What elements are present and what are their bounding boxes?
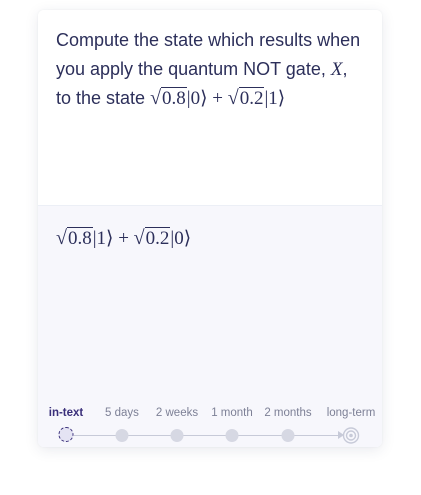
timeline-label-long-term: long-term — [326, 407, 376, 419]
timeline-label-in-text: in-text — [48, 407, 84, 419]
prompt-card: Compute the state which results when you… — [38, 10, 382, 447]
answer-plus-sign: + — [118, 228, 129, 249]
review-timeline: in-text 5 days 2 weeks 1 month 2 months … — [38, 402, 382, 447]
question-text: Compute the state which results when you… — [56, 26, 366, 113]
timeline-dot-5-days — [115, 429, 129, 442]
answer-sqrt-coef-a: √0.8 — [56, 227, 93, 249]
question-text-before: Compute the state which results when you… — [56, 30, 361, 79]
question-panel: Compute the state which results when you… — [38, 10, 382, 205]
ket-b: |1⟩ — [264, 88, 286, 109]
timeline-dot-1-month — [225, 429, 239, 442]
sqrt-coef-b: √0.2 — [227, 87, 265, 109]
answer-ket-b: |0⟩ — [170, 228, 192, 249]
answer-ket-a: |1⟩ — [92, 228, 114, 249]
answer-sqrt-coef-b: √0.2 — [133, 227, 171, 249]
timeline-track — [74, 435, 340, 436]
ket-a: |0⟩ — [186, 88, 208, 109]
timeline-label-1-month: 1 month — [211, 407, 253, 419]
gate-symbol: X — [330, 59, 343, 80]
timeline-label-2-weeks: 2 weeks — [155, 407, 199, 419]
timeline-label-5-days: 5 days — [105, 407, 139, 419]
target-icon — [342, 427, 360, 444]
answer-expression: √0.8|1⟩ + √0.2|0⟩ — [56, 224, 191, 253]
timeline-dot-current — [58, 427, 74, 442]
state-expression: √0.8|0⟩ + √0.2|1⟩ — [150, 87, 286, 109]
timeline-dot-2-months — [281, 429, 295, 442]
timeline-label-2-months: 2 months — [264, 407, 312, 419]
timeline-dot-2-weeks — [170, 429, 184, 442]
sqrt-coef-a: √0.8 — [150, 87, 187, 109]
plus-sign: + — [212, 88, 223, 109]
